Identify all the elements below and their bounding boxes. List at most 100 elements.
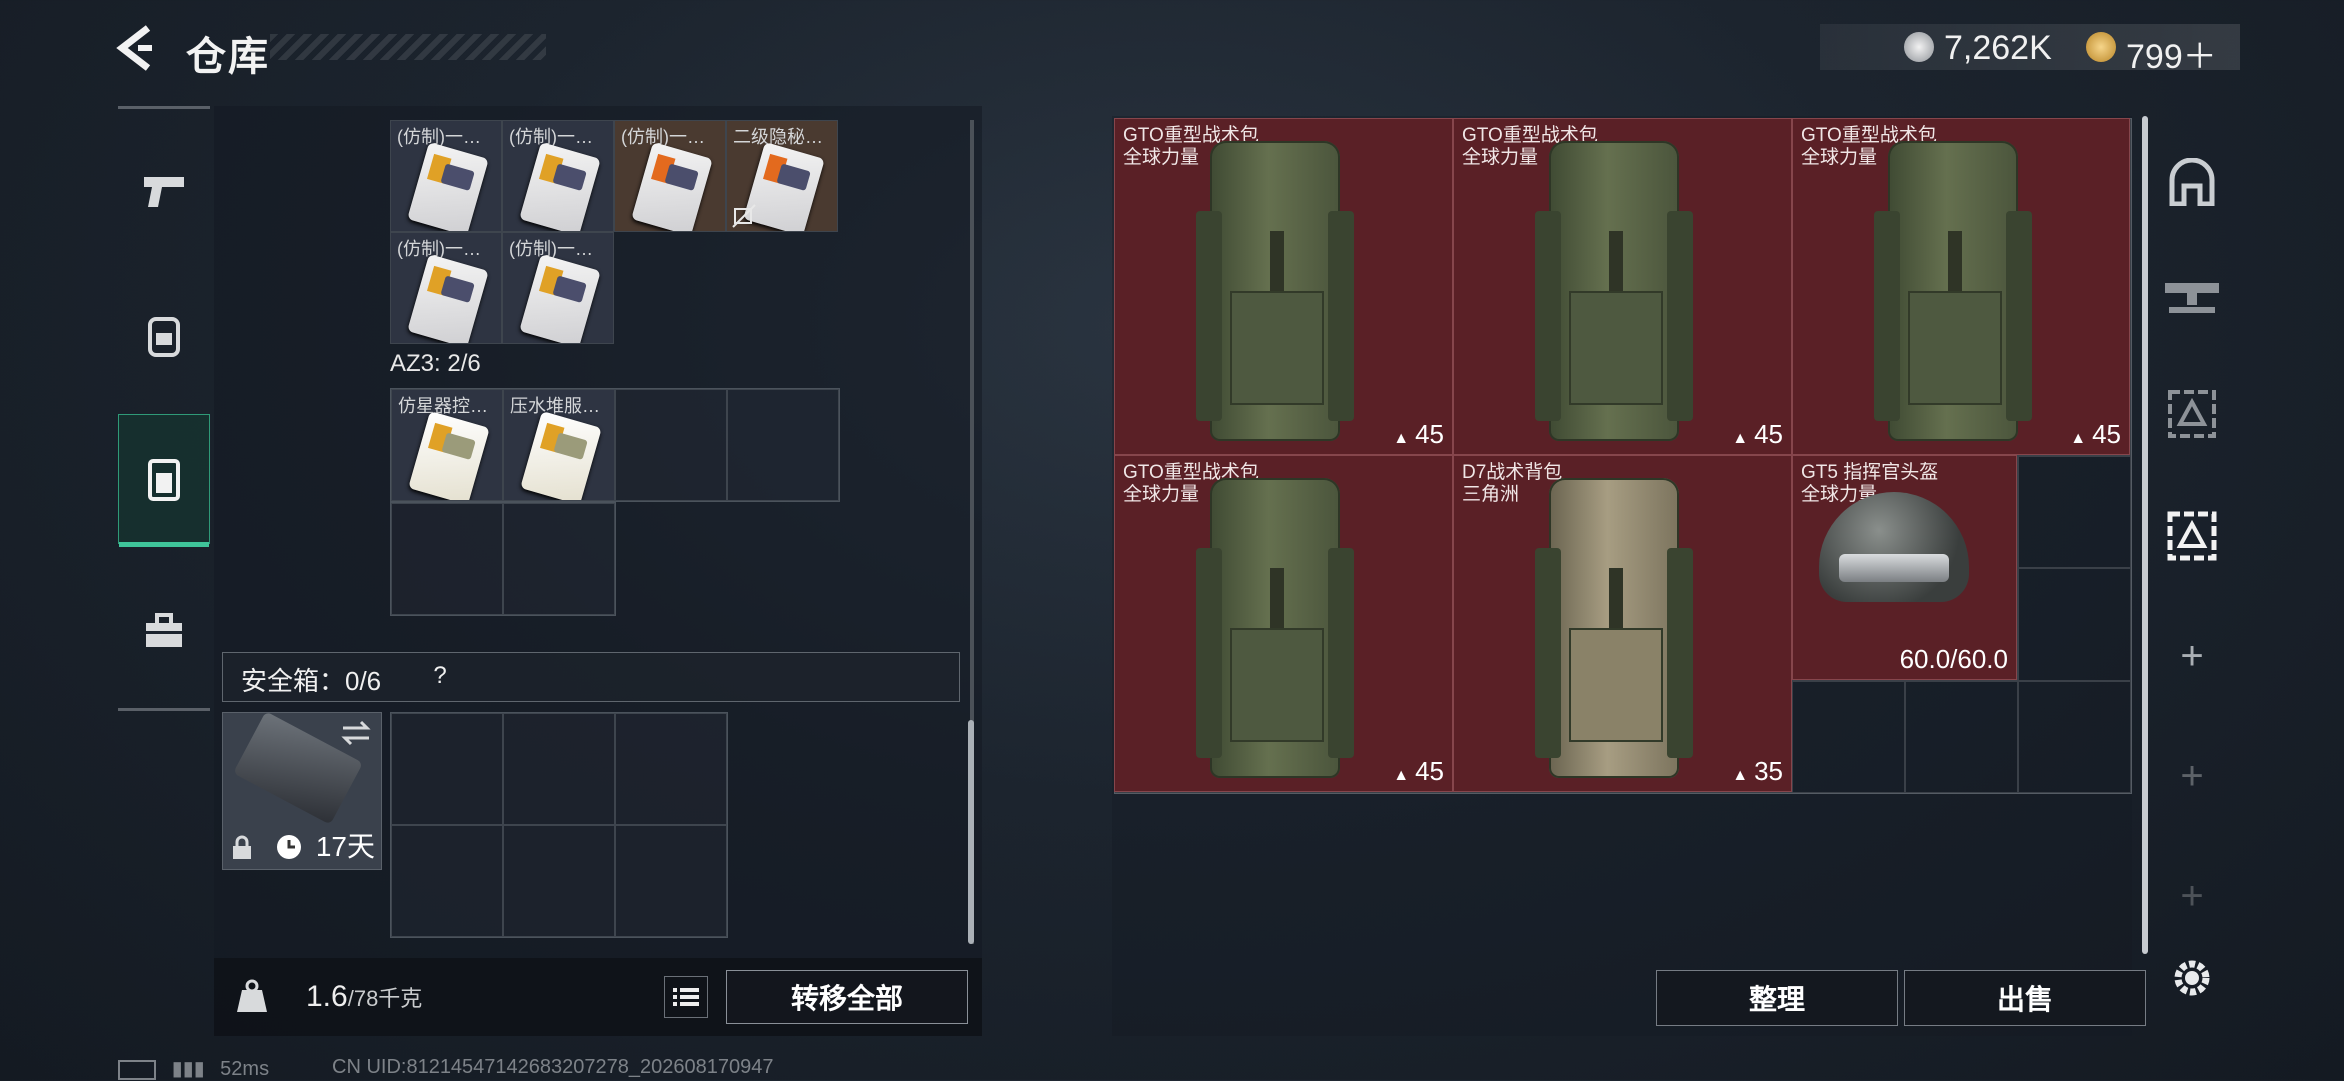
rail-case-tab[interactable] <box>118 566 210 696</box>
stash-item-backpack[interactable]: GTO重型战术包全球力量 45 <box>1114 455 1453 792</box>
keycard-item <box>631 142 713 231</box>
capacity-badge: 45 <box>1393 756 1444 787</box>
clock-icon <box>277 835 301 859</box>
empty-slot[interactable] <box>391 825 503 937</box>
list-view-button[interactable] <box>664 976 708 1018</box>
stash-item-backpack[interactable]: GTO重型战术包全球力量 45 <box>1114 118 1453 455</box>
item-slot[interactable]: (仿制)一… <box>502 232 614 344</box>
stash-cell[interactable] <box>1792 680 1906 793</box>
item-slot[interactable]: 仿星器控… <box>391 389 503 501</box>
empty-slot[interactable] <box>503 825 615 937</box>
item-slot[interactable]: (仿制)一… <box>390 232 502 344</box>
item-slot[interactable]: (仿制)一… <box>390 120 502 232</box>
item-slot[interactable]: (仿制)一… <box>614 120 726 232</box>
weight-readout: 1.6/78千克 <box>306 980 422 1014</box>
stash-item-helmet[interactable]: GT5 指挥官头盔 全球力量 60.0/60.0 <box>1792 455 2017 680</box>
transfer-all-button[interactable]: 转移全部 <box>726 970 968 1024</box>
add-icon: + <box>2180 873 2204 918</box>
safe-box-grid <box>390 712 728 938</box>
weight-value: 1.6 <box>306 980 348 1013</box>
sell-button[interactable]: 出售 <box>1904 970 2146 1026</box>
keycard-item <box>519 142 601 231</box>
settings-button[interactable] <box>2156 942 2228 1014</box>
weight-icon <box>237 979 267 1012</box>
help-button[interactable]: ? <box>423 659 457 693</box>
swap-icon[interactable] <box>339 719 373 747</box>
stash-item-backpack[interactable]: D7战术背包三角洲 35 <box>1453 455 1792 792</box>
safe-box-item[interactable]: 17天 <box>222 711 382 870</box>
rail-weapon-tab[interactable] <box>118 126 210 256</box>
keycard-item <box>407 254 489 343</box>
briefcase-icon <box>146 613 182 647</box>
empty-slot[interactable] <box>615 825 727 937</box>
rifle-icon <box>2165 283 2219 313</box>
stash-cell[interactable] <box>2018 680 2131 793</box>
page-title: 仓库 <box>186 35 270 79</box>
item-name: D7战术背包 三角洲 <box>1462 462 1563 505</box>
rail-divider <box>118 708 210 711</box>
add-slot-button[interactable]: + <box>2156 620 2228 692</box>
stash-item-backpack[interactable]: GTO重型战术包全球力量 45 <box>1792 118 2130 455</box>
add-slot-button[interactable]: + <box>2156 860 2228 932</box>
container-2-grid-lower <box>390 502 616 616</box>
stash-item-backpack[interactable]: GTO重型战术包全球力量 45 <box>1453 118 1792 455</box>
item-slot[interactable]: 压水堆服… <box>503 389 615 501</box>
pistol-icon <box>144 177 184 207</box>
inventory-footer: 1.6/78千克 转移全部 <box>214 958 982 1036</box>
title-decoration <box>270 34 546 60</box>
lock-icon <box>233 835 251 859</box>
empty-slot[interactable] <box>615 389 727 501</box>
add-slot-button[interactable]: + <box>2156 740 2228 812</box>
category-rifle-tab[interactable] <box>2156 258 2228 330</box>
silver-currency-value: 7,262K <box>1944 29 2052 67</box>
category-armor-tab[interactable] <box>2156 146 2228 218</box>
category-tactical-tab[interactable] <box>2156 378 2228 450</box>
tactical-icon <box>2168 390 2216 438</box>
add-icon: + <box>2180 753 2204 798</box>
safe-box-header: 安全箱：0/6 ? <box>222 652 960 702</box>
empty-slot[interactable] <box>503 503 615 615</box>
keycard-item <box>519 254 601 343</box>
empty-slot[interactable] <box>727 389 839 501</box>
gear-icon <box>2174 960 2210 996</box>
backpack-image <box>1874 141 2032 441</box>
item-slot[interactable]: (仿制)一… <box>502 120 614 232</box>
weight-capacity: /78千克 <box>347 986 423 1011</box>
stash-scrollbar[interactable] <box>2142 116 2148 954</box>
sort-button[interactable]: 整理 <box>1656 970 1898 1026</box>
helmet-image <box>1819 492 1969 602</box>
rail-divider <box>118 106 210 109</box>
empty-slot[interactable] <box>503 713 615 825</box>
back-button[interactable] <box>112 22 164 74</box>
left-scrollbar[interactable] <box>968 720 974 944</box>
item-slot[interactable]: 二级隐秘… <box>726 120 838 232</box>
add-icon: + <box>2180 633 2204 678</box>
capacity-badge: 35 <box>1732 756 1783 787</box>
backpack-image <box>1196 478 1354 778</box>
rail-rig-tab[interactable] <box>118 414 210 547</box>
silver-coin-icon <box>1904 32 1934 62</box>
empty-slot[interactable] <box>391 713 503 825</box>
empty-slot[interactable] <box>391 503 503 615</box>
safe-box-label: 安全箱：0/6 <box>241 666 382 696</box>
category-selected-tab[interactable] <box>2156 500 2228 572</box>
rig-icon <box>148 459 180 501</box>
backpack-icon <box>148 317 180 357</box>
stash-cell[interactable] <box>1905 680 2019 793</box>
capacity-badge: 45 <box>1393 419 1444 450</box>
stash-cell[interactable] <box>2018 568 2131 681</box>
durability-value: 60.0/60.0 <box>1899 644 2008 674</box>
signal-icon: ▮▮▮ <box>171 1058 205 1080</box>
no-insure-icon <box>732 204 756 228</box>
battery-icon <box>118 1059 156 1080</box>
rail-backpack-tab[interactable] <box>118 270 210 400</box>
list-icon <box>673 988 699 1006</box>
keycard-item <box>408 411 490 500</box>
empty-slot[interactable] <box>615 713 727 825</box>
backpack-image <box>1535 141 1693 441</box>
backpack-image <box>1535 478 1693 778</box>
status-bar: ▮▮▮ 52ms <box>118 1056 269 1081</box>
stash-cell[interactable] <box>2018 456 2131 569</box>
container-2-label: AZ3: 2/6 <box>390 350 481 377</box>
gold-currency-value: 799＋ <box>2126 38 2217 76</box>
